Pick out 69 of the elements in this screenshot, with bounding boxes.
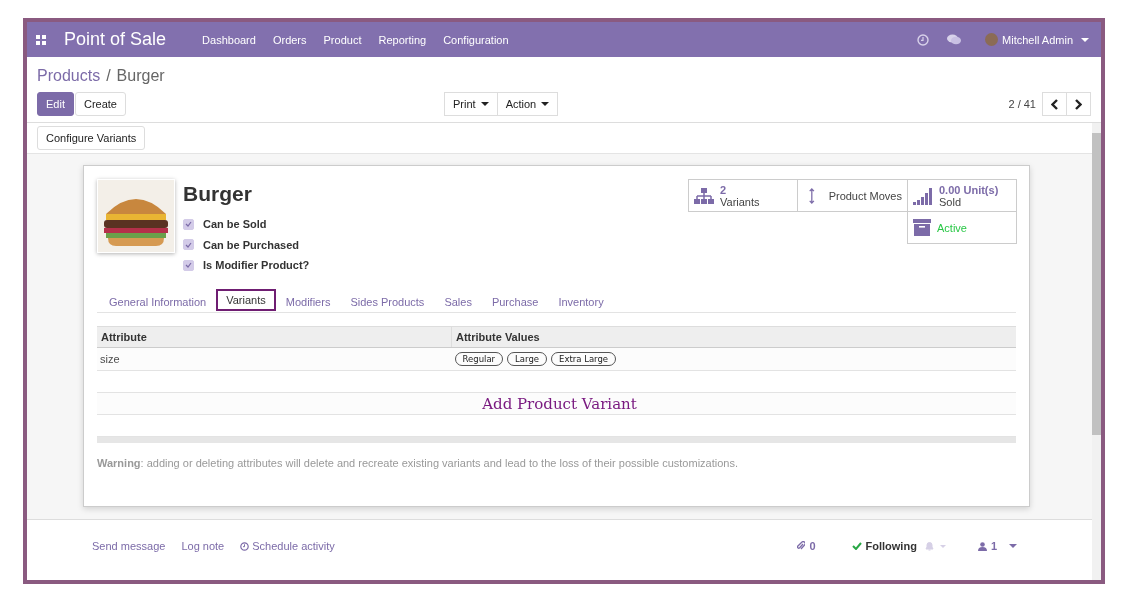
pager-counter: 2 / 41 <box>1008 98 1036 110</box>
tab[interactable]: Variants <box>216 288 276 311</box>
breadcrumb-separator: / <box>106 67 111 85</box>
clock-icon[interactable] <box>917 33 930 46</box>
menu-item[interactable]: Dashboard <box>202 33 256 46</box>
tab[interactable]: Inventory <box>548 291 614 312</box>
menu-item[interactable]: Orders <box>272 33 307 46</box>
dropdown-button[interactable]: Action <box>497 92 559 116</box>
checkbox[interactable] <box>183 259 194 271</box>
smart-button[interactable]: Product Moves <box>797 179 908 212</box>
smart-button[interactable]: 2 Variants <box>688 179 798 212</box>
next-button[interactable] <box>1067 92 1091 116</box>
chatter-link[interactable]: Log note <box>181 540 225 552</box>
tab[interactable]: Purchase <box>481 291 549 312</box>
clock-icon <box>240 541 250 551</box>
table-cell: size <box>97 347 452 371</box>
column-header: Attribute Values <box>451 326 1016 347</box>
caret-icon <box>541 102 550 106</box>
menu-item[interactable]: Configuration <box>443 33 509 46</box>
chatter-link[interactable]: Send message <box>92 540 166 552</box>
caret-icon <box>1081 37 1089 42</box>
menu-item[interactable]: Reporting <box>378 33 427 46</box>
caret-icon <box>939 544 946 548</box>
signal-bars-icon <box>913 186 933 205</box>
checkbox[interactable] <box>183 218 194 230</box>
tab[interactable]: Sales <box>434 291 482 312</box>
checkmark-icon <box>851 542 862 550</box>
archive-box-icon <box>913 219 931 236</box>
caret-icon <box>480 102 489 106</box>
followers-button[interactable]: 1 <box>977 540 1017 552</box>
check-icon <box>185 241 192 248</box>
tab[interactable]: Modifiers <box>275 291 341 312</box>
apps-grid-icon[interactable] <box>36 34 46 45</box>
edit-button[interactable]: Edit <box>37 92 74 116</box>
dropdown-button[interactable]: Print <box>444 92 498 116</box>
tab[interactable]: General Information <box>99 291 217 312</box>
chat-bubbles-icon[interactable] <box>947 34 962 45</box>
chevron-left-icon <box>1051 98 1058 110</box>
breadcrumb-current: Burger <box>116 67 165 85</box>
product-name: Burger <box>183 182 253 206</box>
avatar-icon <box>985 33 999 46</box>
checkbox[interactable] <box>183 239 194 251</box>
check-icon <box>185 262 192 269</box>
column-header: Attribute <box>97 326 452 347</box>
app-title: Point of Sale <box>64 29 167 50</box>
create-button[interactable]: Create <box>74 92 126 116</box>
caret-icon <box>1009 544 1017 548</box>
checkbox-label: Can be Sold <box>203 218 267 231</box>
previous-button[interactable] <box>1042 92 1067 116</box>
tab[interactable]: Sides Products <box>340 291 435 312</box>
checkbox-label: Is Modifier Product? <box>203 259 310 272</box>
bell-icon <box>924 541 934 551</box>
chevron-right-icon <box>1075 98 1082 110</box>
scrollbar[interactable] <box>1092 123 1101 580</box>
sitemap-icon <box>694 187 714 204</box>
smart-button[interactable]: 0.00 Unit(s) Sold <box>907 179 1017 212</box>
breadcrumb-link[interactable]: Products <box>37 67 101 85</box>
add-variant-link[interactable]: Add Product Variant <box>482 394 637 413</box>
person-icon <box>977 541 987 551</box>
paperclip-icon <box>797 541 806 551</box>
warning-text: Warning: adding or deleting attributes will delete and recreate existing variants and lead to the loss of their possible customizations. <box>97 457 739 469</box>
checkbox-label: Can be Purchased <box>203 238 299 251</box>
check-icon <box>185 221 192 228</box>
following-button[interactable]: Following <box>851 540 917 552</box>
configure-variants-button[interactable]: Configure Variants <box>37 126 146 150</box>
attachments-button[interactable]: 0 <box>797 540 816 552</box>
chatter-link[interactable]: Schedule activity <box>240 540 335 552</box>
menu-item[interactable]: Product <box>323 33 362 46</box>
user-menu[interactable]: Mitchell Admin <box>985 33 1089 46</box>
